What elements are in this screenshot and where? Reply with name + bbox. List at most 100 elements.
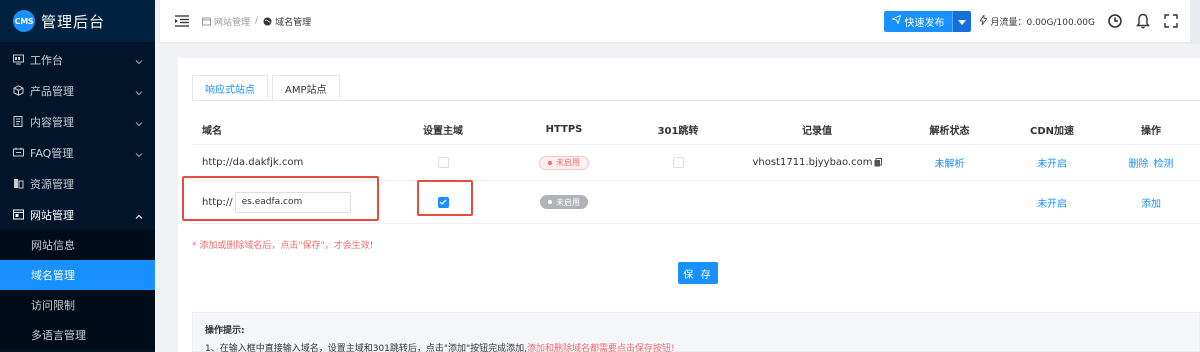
primary-domain-checkbox[interactable] xyxy=(437,157,449,168)
operation-tips: 操作提示: 1、在输入框中直接输入域名，设置主域和301跳转后，点击"添加"按钮… xyxy=(192,312,1200,352)
header-record-value: 记录值 xyxy=(802,125,832,137)
primary-domain-cell xyxy=(377,145,509,180)
sidebar-subitem-site-info[interactable]: 网站信息 xyxy=(0,230,155,260)
top-header: 网站管理 / 域名管理 快速发布 月流量：0.00G/100.00G xyxy=(160,0,1200,42)
breadcrumb-separator: / xyxy=(255,16,259,26)
tab-amp-site[interactable]: AMP站点 xyxy=(272,75,340,101)
bell-icon[interactable] xyxy=(1135,13,1151,29)
highlight-box-primary-checkbox xyxy=(417,180,473,216)
quick-publish-dropdown[interactable] xyxy=(952,10,972,32)
quick-publish-label: 快速发布 xyxy=(904,17,945,29)
chevron-down-icon xyxy=(135,118,143,126)
header-domain: 域名 xyxy=(202,125,222,137)
quick-publish-button[interactable]: 快速发布 xyxy=(884,10,953,32)
https-cell: 未启用 xyxy=(509,145,619,180)
header-resolve-status: 解析状态 xyxy=(929,125,970,137)
header-actions: 快速发布 月流量：0.00G/100.00G xyxy=(884,0,1200,42)
https-status-badge[interactable]: 未启用 xyxy=(540,195,588,209)
cms-logo: CMS xyxy=(13,10,35,32)
tab-responsive-site[interactable]: 响应式站点 xyxy=(192,75,268,101)
record-value: vhost1711.bjyybao.com xyxy=(752,157,873,168)
status-dot xyxy=(548,200,552,204)
tips-line-warning: 添加和删除域名都需要点击保存按钮! xyxy=(527,344,675,352)
history-icon[interactable] xyxy=(1107,13,1123,29)
resolve-status-cell xyxy=(897,181,1002,223)
sidebar-subitem-multilanguage[interactable]: 多语言管理 xyxy=(0,320,155,350)
sidebar-item-content[interactable]: 内容管理 xyxy=(0,106,155,137)
cdn-status-link[interactable]: 未开启 xyxy=(1037,155,1067,170)
tabs-divider xyxy=(192,100,1200,101)
header-cdn: CDN加速 xyxy=(1029,125,1074,137)
copy-icon[interactable] xyxy=(874,158,882,167)
resolve-status-link[interactable]: 未解析 xyxy=(935,155,965,170)
sidebar-item-resources[interactable]: 资源管理 xyxy=(0,168,155,199)
sidebar-item-workbench[interactable]: 工作台 xyxy=(0,44,155,75)
brand-title: 管理后台 xyxy=(41,12,106,31)
breadcrumb-parent[interactable]: 网站管理 xyxy=(214,15,250,28)
https-status-label: 未启用 xyxy=(556,158,580,167)
redirect-301-checkbox[interactable] xyxy=(672,157,684,168)
monthly-traffic-label: 月流量：0.00G/100.00G xyxy=(990,17,1095,28)
table-header: 域名 设置主域 HTTPS 301跳转 记录值 解析状态 CDN加速 操作 xyxy=(192,114,1200,144)
add-link[interactable]: 添加 xyxy=(1141,195,1161,210)
caret-down-icon xyxy=(958,14,967,28)
resolve-status-cell: 未解析 xyxy=(897,145,1002,180)
sidebar-item-label: 内容管理 xyxy=(30,115,74,129)
actions-cell: 添加 xyxy=(1102,181,1200,223)
header-primary-domain: 设置主域 xyxy=(423,125,463,137)
dashboard-icon xyxy=(13,54,24,65)
brand[interactable]: CMS 管理后台 xyxy=(0,0,155,42)
quick-publish-button-group: 快速发布 xyxy=(884,10,972,32)
breadcrumb: 网站管理 / 域名管理 xyxy=(202,15,311,28)
breadcrumb-current: 域名管理 xyxy=(263,15,311,28)
send-icon xyxy=(891,14,902,27)
fullscreen-icon[interactable] xyxy=(1163,13,1179,29)
header-actions: 操作 xyxy=(1141,125,1161,137)
resource-icon xyxy=(13,178,24,189)
cdn-cell: 未开启 xyxy=(1002,181,1102,223)
delete-link[interactable]: 删除 xyxy=(1129,155,1149,170)
redirect-cell xyxy=(619,181,737,223)
tips-line-text: 1、在输入框中直接输入域名，设置主域和301跳转后，点击"添加"按钮完成添加, xyxy=(205,344,528,352)
record-value-cell xyxy=(737,181,897,223)
globe-icon xyxy=(263,17,272,26)
chevron-down-icon xyxy=(135,149,143,157)
check-link[interactable]: 检测 xyxy=(1154,155,1174,170)
faq-icon xyxy=(13,147,24,158)
menu-fold-icon[interactable] xyxy=(175,14,189,28)
document-icon xyxy=(13,116,24,127)
actions-cell: 删除 检测 xyxy=(1102,145,1200,180)
sidebar-item-label: 网站管理 xyxy=(30,208,74,222)
record-value-cell: vhost1711.bjyybao.com xyxy=(737,145,897,180)
sidebar-item-label: 产品管理 xyxy=(30,84,74,98)
sidebar-subitem-access-limit[interactable]: 访问限制 xyxy=(0,290,155,320)
sidebar-item-label: 工作台 xyxy=(30,53,63,67)
table-row: http://da.dakfjk.com 未启用 vhost1711.bjyyb… xyxy=(192,144,1200,180)
status-dot xyxy=(548,160,552,165)
header-301-redirect: 301跳转 xyxy=(657,125,699,137)
sidebar-item-label: 资源管理 xyxy=(30,177,74,191)
site-tabs: 响应式站点 AMP站点 xyxy=(192,75,340,101)
save-warning: * 添加或删除域名后，点击"保存"，才会生效! xyxy=(192,241,374,251)
tips-title: 操作提示: xyxy=(205,326,245,336)
tips-line: 1、在输入框中直接输入域名，设置主域和301跳转后，点击"添加"按钮完成添加,添… xyxy=(205,341,1187,352)
sidebar-subitem-domain-management[interactable]: 域名管理 xyxy=(0,260,155,290)
avatar[interactable] xyxy=(1190,0,1200,42)
website-icon xyxy=(13,209,24,220)
https-status-label: 未启用 xyxy=(556,197,580,207)
redirect-cell xyxy=(619,145,737,180)
sidebar-item-products[interactable]: 产品管理 xyxy=(0,75,155,106)
header-https: HTTPS xyxy=(545,123,583,135)
lightning-icon xyxy=(979,13,989,28)
sidebar-item-label: FAQ管理 xyxy=(30,146,74,160)
website-icon xyxy=(202,17,211,26)
breadcrumb-current-label: 域名管理 xyxy=(275,17,312,28)
https-status-badge[interactable]: 未启用 xyxy=(539,155,589,170)
cdn-status-link[interactable]: 未开启 xyxy=(1037,195,1067,210)
sidebar-item-website[interactable]: 网站管理 xyxy=(0,199,155,230)
domain-cell: http://da.dakfjk.com xyxy=(202,157,304,168)
save-button[interactable]: 保 存 xyxy=(678,262,718,284)
sidebar: CMS 管理后台 工作台 产品管理 内容管理 FAQ管理 资源管理 网站管理 网… xyxy=(0,0,155,352)
sidebar-item-faq[interactable]: FAQ管理 xyxy=(0,137,155,168)
chevron-down-icon xyxy=(135,56,143,64)
